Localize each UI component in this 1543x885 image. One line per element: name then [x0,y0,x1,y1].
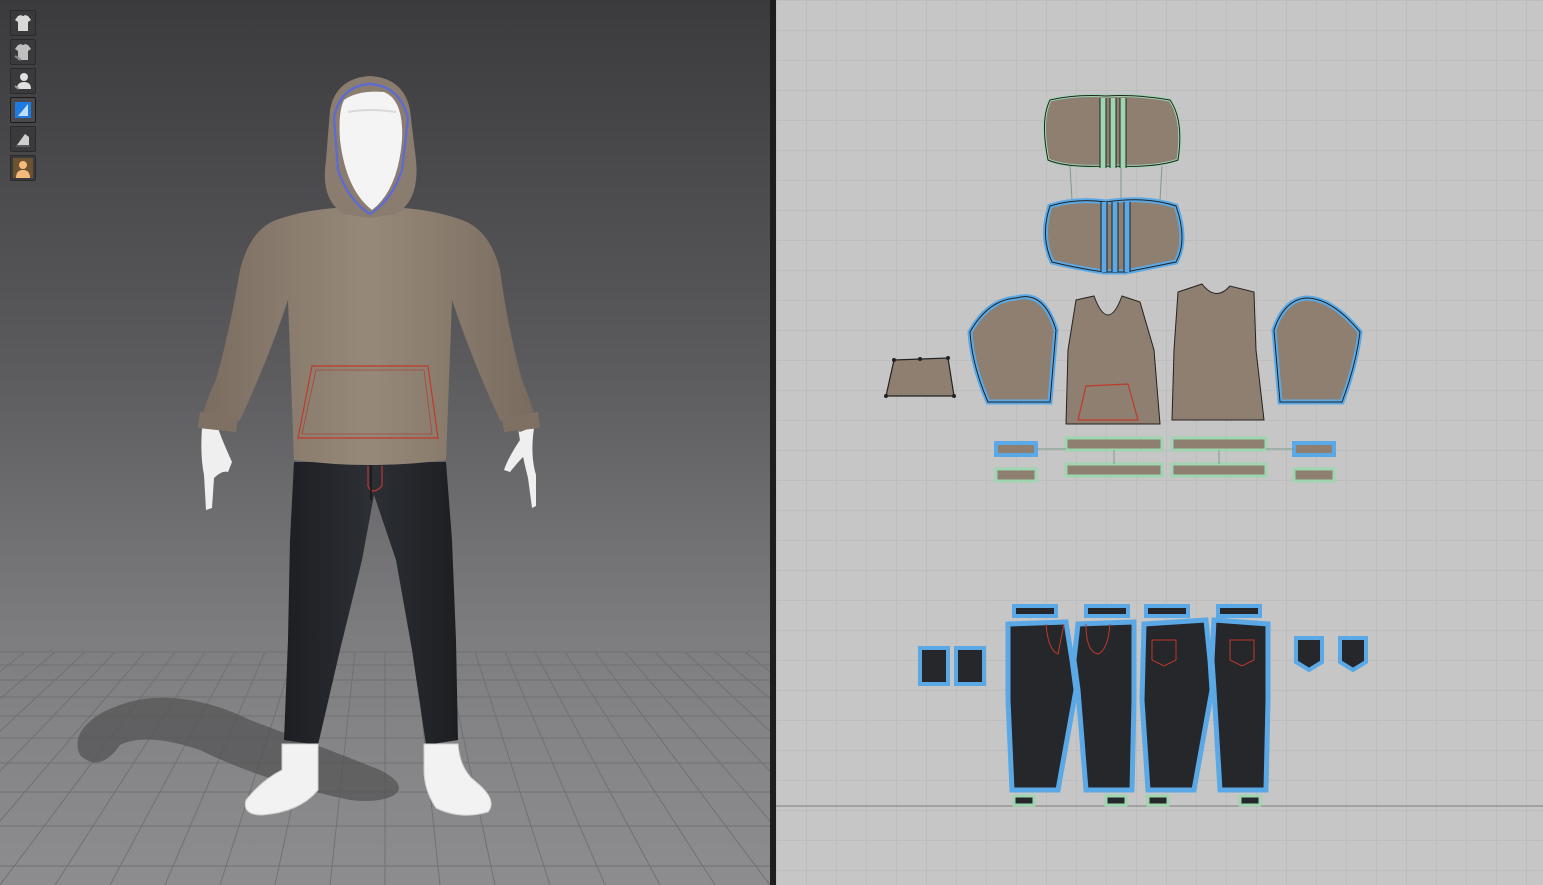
garment-shirt-icon [15,15,31,31]
garment-shirt-button[interactable] [10,10,36,36]
hood-piece-bottom[interactable] [1043,197,1185,275]
pocket-piece[interactable] [884,356,956,398]
hood-piece-top[interactable] [1043,94,1182,169]
pattern-canvas[interactable] [776,0,1543,885]
floor-grid [0,651,770,885]
hoodie-3d[interactable] [198,76,540,465]
3d-scene[interactable] [0,0,770,885]
fold-tool-icon [15,102,31,118]
avatar-select-icon [14,73,31,90]
avatar-select-button[interactable] [10,68,36,94]
view-toolbar [10,10,38,181]
avatar-shadow [77,697,399,801]
avatar-show-button[interactable] [10,155,36,181]
jeans-3d[interactable] [284,462,458,745]
3d-viewport[interactable] [0,0,770,885]
hoodie-back-piece[interactable] [1171,283,1265,421]
garment-shirt-alt-icon [14,44,31,61]
garment-shirt-alt-button[interactable] [10,39,36,65]
fold-tool-button[interactable] [10,97,36,123]
sleeve-left-piece[interactable] [967,294,1059,405]
texture-surface-icon [16,134,30,147]
2d-pattern-viewport[interactable] [776,0,1543,885]
avatar-show-icon [13,158,33,178]
texture-surface-button[interactable] [10,126,36,152]
